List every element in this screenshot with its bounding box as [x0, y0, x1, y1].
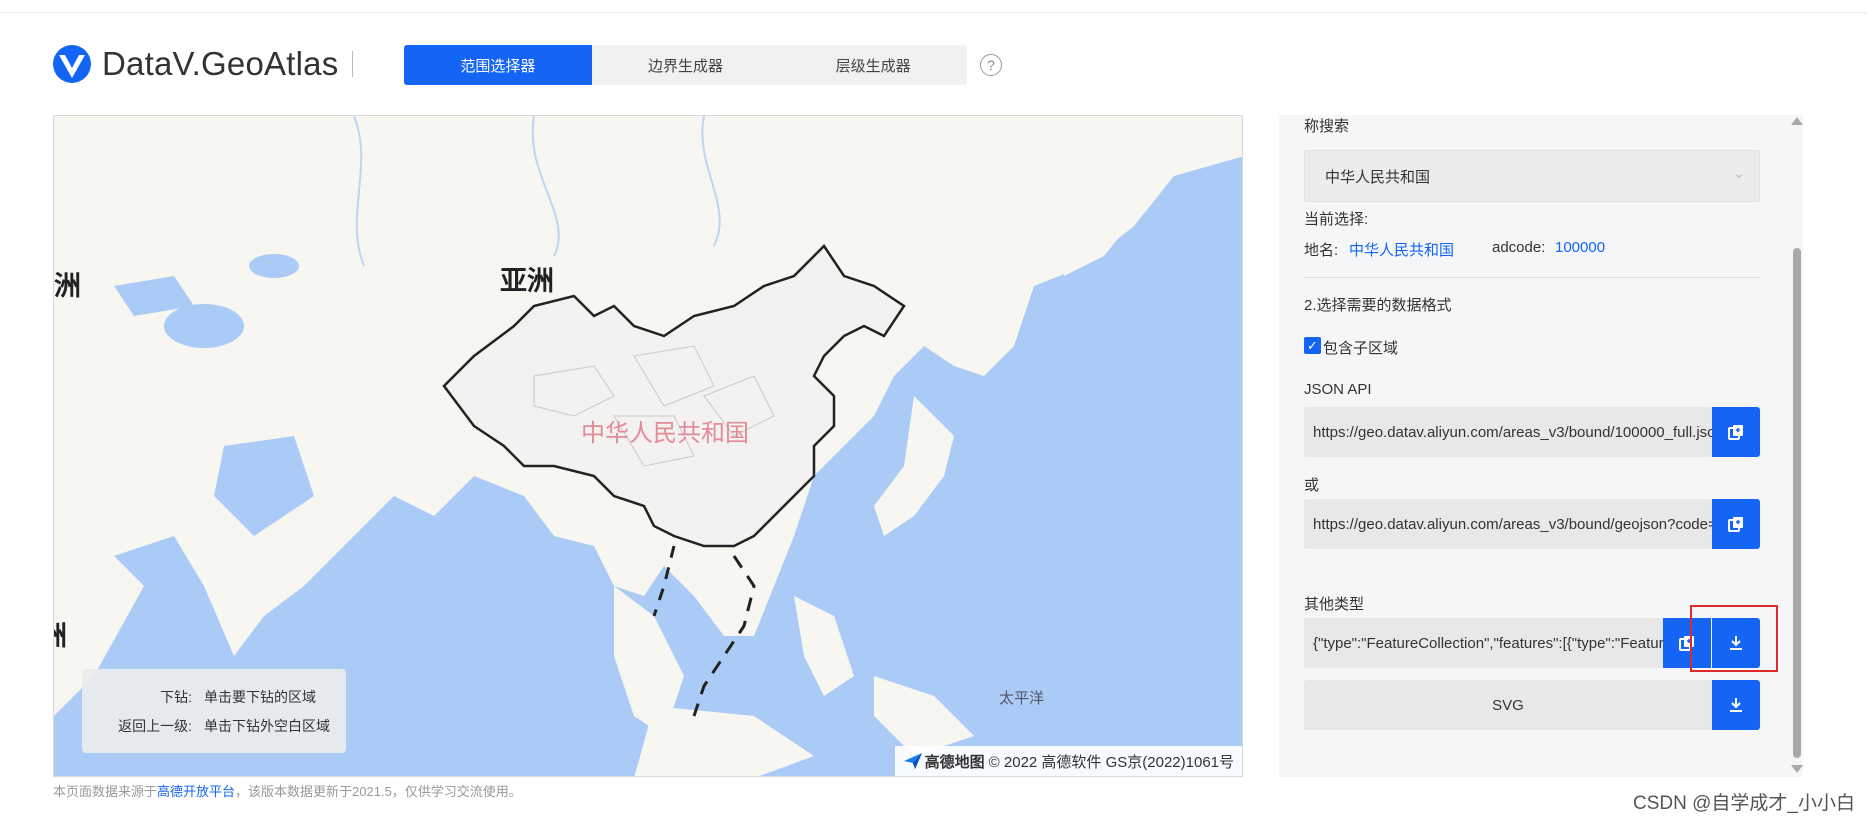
place-label: 地名:	[1304, 242, 1339, 259]
hint-back-key: 返回上一级:	[118, 718, 192, 734]
adcode-label: adcode:	[1492, 239, 1546, 256]
map-label-china: 中华人民共和国	[581, 420, 749, 447]
help-icon[interactable]: ?	[980, 54, 1002, 76]
json-api-url-field[interactable]: https://geo.datav.aliyun.com/areas_v3/bo…	[1304, 407, 1712, 457]
map-label-fragment: 洲	[54, 614, 67, 653]
amap-arrow-icon	[903, 753, 922, 769]
search-label: 称搜索	[1304, 118, 1350, 135]
footnote-link[interactable]: 高德开放平台	[157, 784, 235, 799]
map-label-asia: 亚洲	[500, 266, 554, 296]
panel-scrollbar[interactable]	[1790, 115, 1804, 777]
tool-tabs: 范围选择器 边界生成器 层级生成器	[404, 45, 967, 85]
tab-range-selector[interactable]: 范围选择器	[404, 45, 592, 85]
tab-level-generator[interactable]: 层级生成器	[779, 45, 967, 85]
json-api-label: JSON API	[1304, 381, 1372, 398]
new-guinea-land	[874, 676, 974, 756]
copy-icon	[1728, 425, 1743, 440]
adcode-value: 100000	[1555, 239, 1606, 256]
copyright-text: © 2022 高德软件 GS京(2022)1061号	[988, 753, 1234, 771]
config-panel: 称搜索 中华人民共和国 ⌄ 当前选择: 地名: 中华人民共和国 adcode: …	[1279, 115, 1803, 777]
csdn-watermark: CSDN @自学成才_小小白	[1633, 793, 1855, 814]
map-label-continent-left: 亚洲	[53, 271, 81, 301]
datav-logo-icon	[53, 45, 91, 83]
or-label: 或	[1304, 477, 1320, 494]
indonesia-land	[634, 706, 814, 776]
scroll-down-arrow-icon[interactable]	[1791, 765, 1803, 773]
region-search-value: 中华人民共和国	[1325, 168, 1431, 186]
download-icon	[1730, 698, 1742, 712]
aral-sea	[249, 254, 299, 278]
scroll-thumb[interactable]	[1793, 248, 1801, 758]
hint-drill-key: 下钻:	[160, 689, 192, 705]
scroll-up-arrow-icon[interactable]	[1791, 117, 1803, 125]
amap-brand: 高德地图	[924, 753, 985, 771]
map-label-pacific: 太平洋	[999, 690, 1045, 707]
download-svg-button[interactable]	[1712, 680, 1760, 730]
caspian-sea	[164, 304, 244, 348]
tab-boundary-generator[interactable]: 边界生成器	[592, 45, 780, 85]
logo[interactable]: DataV.GeoAtlas	[52, 44, 354, 84]
logo-separator	[352, 51, 354, 77]
other-types-label: 其他类型	[1304, 596, 1365, 613]
top-divider	[0, 12, 1867, 13]
other-types-field[interactable]: {"type":"FeatureCollection","features":[…	[1304, 618, 1663, 668]
place-value[interactable]: 中华人民共和国	[1349, 239, 1454, 260]
amap-logo[interactable]: 高德地图	[903, 751, 985, 772]
map-view[interactable]: 亚洲 亚洲 洲 中华人民共和国 太平洋 下钻: 单击要下钻的区域 返回上一级: …	[53, 115, 1243, 777]
logo-text: DataV.GeoAtlas	[102, 45, 339, 82]
map-copyright: 高德地图 © 2022 高德软件 GS京(2022)1061号	[894, 746, 1242, 776]
annotation-highlight-box	[1690, 605, 1778, 672]
step2-label: 2.选择需要的数据格式	[1304, 297, 1452, 314]
current-selection-label: 当前选择:	[1304, 211, 1369, 228]
region-search-select[interactable]: 中华人民共和国 ⌄	[1304, 150, 1760, 202]
footnote-suffix: ，该版本数据更新于2021.5，仅供学习交流使用。	[235, 784, 522, 799]
hint-drill-value: 单击要下钻的区域	[204, 689, 316, 705]
japan-land	[874, 396, 954, 536]
copy-json-api-button[interactable]	[1712, 407, 1760, 457]
include-subregions-checkbox[interactable]: ✓	[1304, 337, 1321, 354]
copy-icon	[1728, 517, 1743, 532]
interaction-hint: 下钻: 单击要下钻的区域 返回上一级: 单击下钻外空白区域	[82, 669, 346, 753]
hint-back-value: 单击下钻外空白区域	[204, 718, 330, 734]
footnote: 本页面数据来源于高德开放平台，该版本数据更新于2021.5，仅供学习交流使用。	[53, 781, 522, 800]
philippines-land	[794, 596, 854, 696]
svg-format-field: SVG	[1304, 680, 1712, 730]
footnote-prefix: 本页面数据来源于	[53, 784, 158, 799]
copy-geojson-button[interactable]	[1712, 499, 1760, 549]
panel-divider	[1304, 277, 1760, 278]
geojson-url-field[interactable]: https://geo.datav.aliyun.com/areas_v3/bo…	[1304, 499, 1712, 549]
chevron-down-icon: ⌄	[1733, 165, 1745, 181]
include-subregions-label[interactable]: 包含子区域	[1323, 337, 1398, 358]
